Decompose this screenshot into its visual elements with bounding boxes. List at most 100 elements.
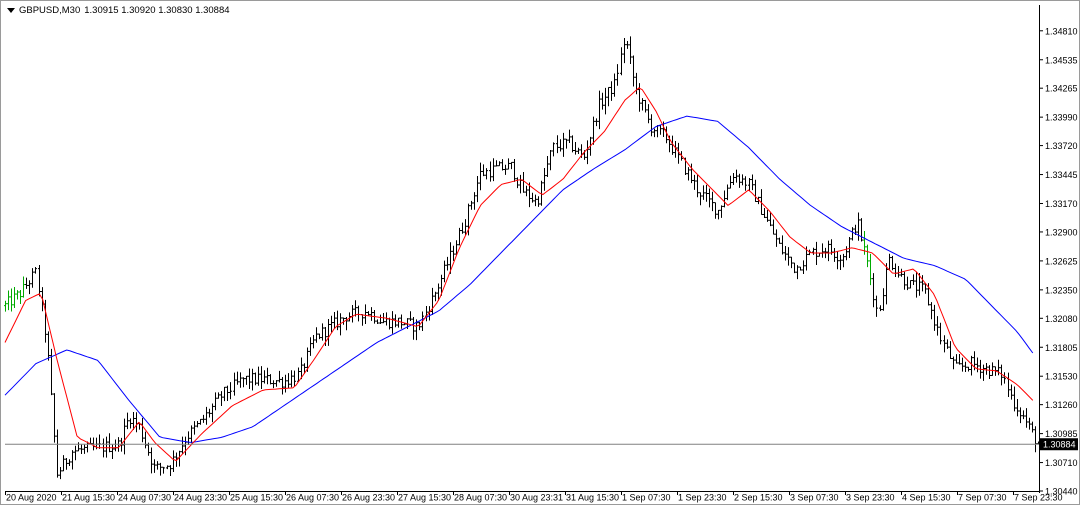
time-tick-label: 1 Sep 07:30 bbox=[622, 493, 671, 503]
ohlc-bar bbox=[525, 185, 528, 197]
ohlc-bar bbox=[732, 172, 735, 185]
ohlc-bar bbox=[492, 158, 495, 182]
ohlc-bar bbox=[425, 306, 428, 322]
ohlc-bar bbox=[723, 190, 726, 208]
ohlc-bar bbox=[915, 271, 918, 298]
price-tick-label: 1.33990 bbox=[1045, 113, 1078, 123]
ohlc-bar bbox=[217, 392, 220, 399]
ohlc-bar bbox=[519, 174, 522, 194]
ohlc-bar bbox=[166, 465, 169, 470]
ohlc-bar bbox=[839, 254, 842, 270]
ohlc-bar bbox=[312, 334, 315, 349]
time-tick-label: 7 Sep 07:30 bbox=[958, 493, 1007, 503]
ohlc-bar bbox=[431, 287, 434, 315]
ohlc-bar bbox=[379, 314, 382, 325]
price-chart[interactable]: 1.34810 1.34535 1.34265 1.33990 1.33720 1.334… bbox=[1, 1, 1080, 506]
ohlc-bar bbox=[796, 265, 799, 280]
ohlc-bar bbox=[190, 425, 193, 444]
ohlc-bar bbox=[720, 205, 723, 218]
ohlc-bar bbox=[537, 196, 540, 207]
ohlc-bar bbox=[510, 161, 513, 170]
ohlc-bar bbox=[912, 274, 915, 286]
ohlc-bar bbox=[958, 354, 961, 365]
ohlc-bar bbox=[105, 436, 108, 458]
ohlc-bar bbox=[434, 291, 437, 302]
ohlc-bar bbox=[836, 251, 839, 270]
ohlc-bar bbox=[376, 319, 379, 325]
ohlc-bar bbox=[159, 462, 162, 476]
ohlc-bar bbox=[266, 367, 269, 385]
chart-window[interactable]: GBPUSD,M30 1.30915 1.30920 1.30830 1.308… bbox=[0, 0, 1080, 505]
ohlc-bar bbox=[842, 253, 845, 268]
ohlc-bar bbox=[361, 313, 364, 326]
ohlc-bar bbox=[741, 174, 744, 186]
ohlc-bar bbox=[1025, 408, 1028, 428]
ohlc-bar bbox=[257, 366, 260, 386]
ohlc-bar bbox=[47, 331, 50, 361]
ohlc-bar bbox=[495, 160, 498, 167]
ohlc-bar bbox=[71, 450, 74, 470]
ohlc-bar bbox=[875, 295, 878, 317]
ohlc-bar bbox=[866, 244, 869, 268]
price-tick-label: 1.33720 bbox=[1045, 141, 1078, 151]
ohlc-bar bbox=[248, 368, 251, 389]
ohlc-bar bbox=[592, 116, 595, 145]
ohlc-bar bbox=[65, 457, 68, 470]
ohlc-bar bbox=[735, 169, 738, 183]
ohlc-bar bbox=[848, 237, 851, 259]
price-tick-label: 1.31530 bbox=[1045, 372, 1078, 382]
ohlc-bar bbox=[34, 266, 37, 274]
price-tick-label: 1.32080 bbox=[1045, 314, 1078, 324]
ohlc-bar bbox=[903, 271, 906, 290]
ohlc-bar bbox=[650, 114, 653, 137]
ohlc-bar bbox=[559, 139, 562, 152]
ohlc-bar bbox=[799, 266, 802, 271]
ohlc-bar bbox=[38, 265, 41, 297]
ohlc-bar bbox=[211, 403, 214, 423]
time-tick-label: 28 Aug 07:30 bbox=[454, 493, 507, 503]
ohlc-bar bbox=[961, 357, 964, 372]
ohlc-bar bbox=[802, 260, 805, 275]
price-tick-label: 1.32350 bbox=[1045, 285, 1078, 295]
ohlc-bar bbox=[397, 317, 400, 328]
price-tick-label: 1.33445 bbox=[1045, 170, 1078, 180]
ohlc-bar bbox=[98, 434, 101, 449]
ohlc-bar bbox=[821, 243, 824, 258]
ohlc-bar bbox=[943, 335, 946, 353]
ohlc-bar bbox=[269, 374, 272, 385]
ohlc-bar bbox=[574, 142, 577, 155]
ohlc-bar bbox=[717, 209, 720, 220]
ohlc-bar bbox=[729, 175, 732, 189]
ohlc-bar bbox=[153, 459, 156, 473]
time-tick-label: 21 Aug 15:30 bbox=[62, 493, 115, 503]
ohlc-bar bbox=[976, 357, 979, 373]
fast-ma-line bbox=[4, 87, 1034, 462]
ohlc-bar bbox=[214, 392, 217, 411]
ohlc-bar bbox=[888, 253, 891, 270]
ohlc-bar bbox=[772, 219, 775, 235]
ohlc-bar bbox=[985, 362, 988, 375]
ohlc-bar bbox=[891, 255, 894, 271]
ohlc-bar bbox=[236, 371, 239, 385]
ohlc-bar bbox=[1019, 407, 1022, 424]
ohlc-bar bbox=[443, 260, 446, 283]
ohlc-bar bbox=[53, 393, 56, 443]
ohlc-bar bbox=[242, 377, 245, 388]
time-tick-label: 20 Aug 2020 bbox=[6, 493, 57, 503]
ohlc-bar bbox=[641, 98, 644, 111]
ohlc-bar bbox=[699, 192, 702, 206]
ohlc-bar bbox=[744, 176, 747, 191]
ohlc-bar bbox=[705, 184, 708, 202]
ohlc-bar bbox=[851, 227, 854, 241]
ohlc-bar bbox=[370, 307, 373, 321]
ohlc-bar bbox=[458, 227, 461, 246]
ohlc-bar bbox=[711, 191, 714, 212]
ohlc-bar bbox=[275, 380, 278, 387]
ohlc-bar bbox=[89, 437, 92, 445]
ohlc-bar bbox=[59, 467, 62, 480]
ohlc-bar bbox=[513, 158, 516, 182]
ohlc-bar bbox=[967, 366, 970, 372]
ohlc-bar bbox=[199, 418, 202, 425]
ohlc-bar bbox=[522, 172, 525, 193]
ohlc-bar bbox=[233, 372, 236, 396]
